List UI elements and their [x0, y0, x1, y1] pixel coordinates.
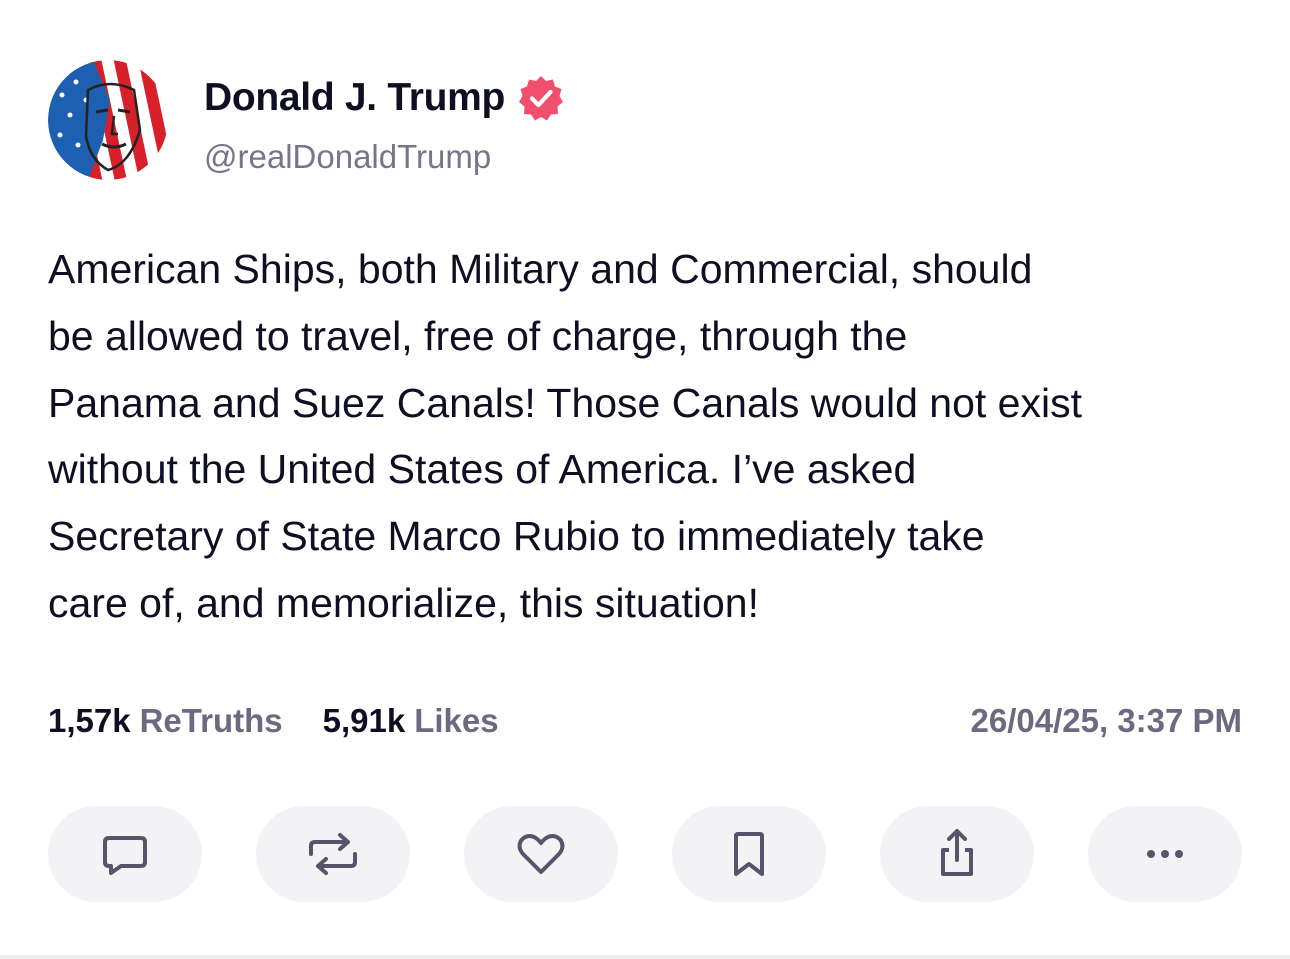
bookmark-icon	[734, 832, 764, 876]
comment-icon	[103, 836, 147, 875]
more-icon	[1147, 850, 1183, 858]
like-button[interactable]	[464, 806, 618, 902]
more-button[interactable]	[1088, 806, 1242, 902]
reply-button[interactable]	[48, 806, 202, 902]
retruths-count: 1,57k	[48, 702, 131, 739]
share-icon	[941, 829, 973, 876]
post-stats: 1,57k ReTruths 5,91k Likes	[48, 702, 539, 740]
flag-portrait-avatar-icon	[48, 60, 168, 180]
heart-icon	[517, 834, 565, 874]
truth-post: Donald J. Trump @realDonaldTrump America…	[0, 0, 1290, 959]
action-bar	[48, 806, 1242, 902]
author-handle[interactable]: @realDonaldTrump	[204, 138, 491, 176]
post-text: American Ships, both Military and Commer…	[48, 246, 1082, 626]
author-name-row: Donald J. Trump	[204, 74, 565, 122]
likes-label: Likes	[414, 702, 499, 739]
post-timestamp[interactable]: 26/04/25, 3:37 PM	[970, 702, 1242, 740]
divider	[0, 955, 1290, 959]
retruths-label: ReTruths	[139, 702, 283, 739]
author-display-name[interactable]: Donald J. Trump	[204, 76, 505, 120]
retruths-stat[interactable]: 1,57k ReTruths	[48, 702, 283, 740]
retruth-button[interactable]	[256, 806, 410, 902]
verified-badge-icon	[517, 74, 565, 122]
likes-count: 5,91k	[322, 702, 406, 739]
share-button[interactable]	[880, 806, 1034, 902]
likes-stat[interactable]: 5,91k Likes	[323, 702, 499, 740]
bookmark-button[interactable]	[672, 806, 826, 902]
repost-icon	[309, 833, 357, 875]
author-avatar[interactable]	[48, 60, 168, 180]
